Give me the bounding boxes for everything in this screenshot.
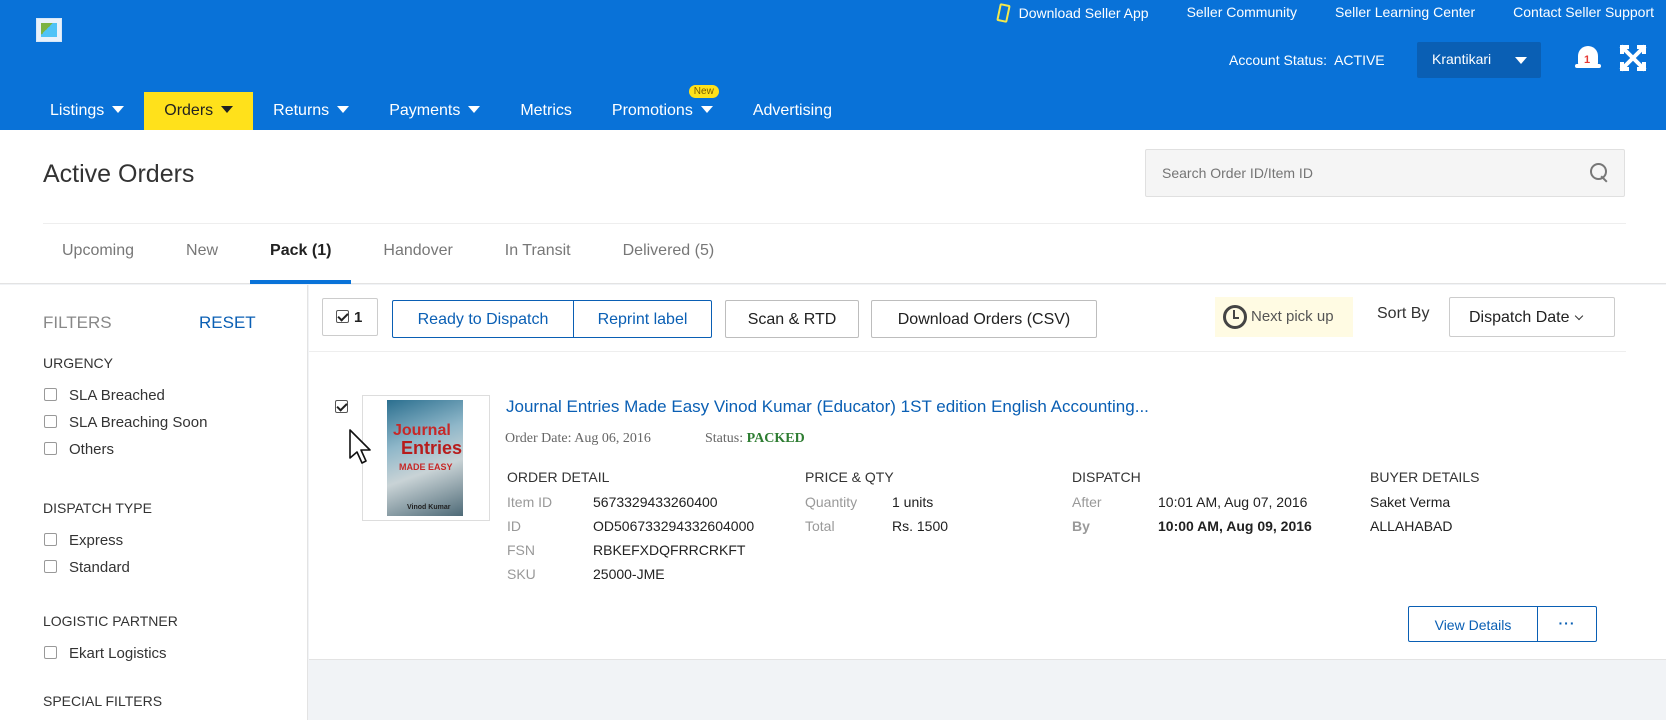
reset-filters-link[interactable]: RESET — [199, 313, 256, 333]
scan-rtd-button[interactable]: Scan & RTD — [725, 300, 859, 338]
order-detail-heading: ORDER DETAIL — [507, 469, 610, 485]
download-orders-button[interactable]: Download Orders (CSV) — [871, 300, 1097, 338]
checkbox[interactable] — [44, 442, 57, 455]
filters-title: FILTERS — [43, 313, 112, 332]
nav-returns[interactable]: Returns — [253, 92, 369, 130]
filter-standard[interactable]: Standard — [44, 559, 130, 576]
top-links: Download Seller App Seller Community Sel… — [995, 3, 1654, 23]
sku: 25000-JME — [593, 566, 665, 582]
ready-to-dispatch-button[interactable]: Ready to Dispatch — [392, 300, 574, 338]
filter-group-heading: DISPATCH TYPE — [43, 500, 152, 516]
fullscreen-icon[interactable] — [1620, 45, 1646, 71]
orders-panel: 1 Ready to Dispatch Reprint label Scan &… — [309, 285, 1666, 660]
top-header: Download Seller App Seller Community Sel… — [0, 0, 1666, 130]
tab-delivered[interactable]: Delivered (5) — [603, 224, 735, 284]
nav-metrics[interactable]: Metrics — [500, 92, 592, 130]
selected-count: 1 — [354, 309, 363, 326]
new-badge: New — [688, 85, 719, 98]
filter-group-heading: URGENCY — [43, 355, 114, 371]
seller-logo-icon[interactable] — [36, 18, 62, 42]
dispatch-heading: DISPATCH — [1072, 469, 1141, 485]
checkbox[interactable] — [44, 533, 57, 546]
page-title: Active Orders — [43, 160, 195, 188]
product-image[interactable]: Journal Entries MADE EASY Vinod Kumar — [362, 395, 490, 521]
item-id: 5673329433260400 — [593, 494, 718, 510]
phone-icon — [995, 3, 1011, 23]
notification-count: 1 — [1584, 54, 1591, 66]
search-icon[interactable] — [1590, 163, 1610, 183]
chevron-down-icon — [337, 106, 350, 113]
buyer-city: ALLAHABAD — [1370, 518, 1453, 534]
dispatch-by: 10:00 AM, Aug 09, 2016 — [1158, 518, 1312, 534]
filters-sidebar: FILTERS RESET URGENCY SLA Breached SLA B… — [0, 285, 308, 720]
sort-by-select[interactable]: Dispatch Date — [1449, 297, 1615, 337]
chevron-down-icon — [700, 106, 713, 113]
next-pickup[interactable]: Next pick up — [1215, 297, 1353, 337]
checkbox[interactable] — [44, 415, 57, 428]
sort-by-label: Sort By — [1377, 305, 1430, 322]
dispatch-after: 10:01 AM, Aug 07, 2016 — [1158, 494, 1308, 510]
clock-icon — [1223, 305, 1247, 329]
account-status-value: ACTIVE — [1334, 52, 1385, 68]
checkbox-checked[interactable] — [336, 310, 349, 323]
tab-in-transit[interactable]: In Transit — [485, 224, 591, 284]
tab-upcoming[interactable]: Upcoming — [42, 224, 154, 284]
seller-learning-center-link[interactable]: Seller Learning Center — [1335, 4, 1475, 22]
product-title-link[interactable]: Journal Entries Made Easy Vinod Kumar (E… — [506, 397, 1149, 417]
order-status: Status: PACKED — [705, 431, 805, 446]
buyer-name: Saket Verma — [1370, 494, 1451, 510]
order-date: Order Date: Aug 06, 2016 — [505, 431, 651, 446]
tab-pack[interactable]: Pack (1) — [250, 224, 352, 284]
order-checkbox[interactable] — [335, 399, 353, 417]
nav-promotions[interactable]: Promotions New — [592, 85, 733, 130]
price-qty-heading: PRICE & QTY — [805, 469, 894, 485]
page-header: Active Orders Upcoming New Pack (1) Hand… — [0, 130, 1666, 284]
quantity: 1 units — [892, 494, 934, 510]
nav-payments[interactable]: Payments — [369, 92, 500, 130]
search-input[interactable] — [1146, 150, 1586, 196]
filter-group-heading: SPECIAL FILTERS — [43, 693, 163, 709]
filter-group-heading: LOGISTIC PARTNER — [43, 613, 178, 629]
nav-listings[interactable]: Listings — [30, 92, 144, 130]
order-search — [1145, 149, 1625, 197]
checkbox-checked[interactable] — [335, 400, 348, 413]
chevron-down-icon — [221, 106, 234, 113]
nav-advertising[interactable]: Advertising — [733, 92, 852, 130]
select-all-checkbox[interactable]: 1 — [322, 298, 378, 336]
filter-ekart-logistics[interactable]: Ekart Logistics — [44, 645, 167, 662]
download-seller-app-link[interactable]: Download Seller App — [995, 3, 1149, 23]
more-options-button[interactable]: ··· — [1537, 606, 1597, 642]
user-menu-button[interactable]: Krantikari — [1417, 42, 1541, 78]
checkbox[interactable] — [44, 388, 57, 401]
order-id: OD506733294332604000 — [593, 518, 755, 534]
fsn: RBKEFXDQFRRCRKFT — [593, 542, 746, 558]
account-status-label: Account Status: — [1229, 52, 1328, 68]
checkbox[interactable] — [44, 646, 57, 659]
seller-community-link[interactable]: Seller Community — [1187, 4, 1297, 22]
buyer-details-heading: BUYER DETAILS — [1370, 469, 1480, 485]
filter-express[interactable]: Express — [44, 532, 123, 549]
chevron-down-icon — [112, 106, 125, 113]
main-nav: Listings Orders Returns Payments Metrics… — [30, 85, 852, 130]
status-badge: PACKED — [746, 431, 805, 446]
tab-new[interactable]: New — [166, 224, 238, 284]
checkbox[interactable] — [44, 560, 57, 573]
user-name: Krantikari — [1432, 51, 1492, 67]
filter-others[interactable]: Others — [44, 441, 114, 458]
chevron-down-icon — [468, 106, 481, 113]
account-status: Account Status: ACTIVE — [1229, 52, 1385, 68]
filter-sla-breaching-soon[interactable]: SLA Breaching Soon — [44, 414, 207, 431]
reprint-label-button[interactable]: Reprint label — [573, 300, 712, 338]
contact-seller-support-link[interactable]: Contact Seller Support — [1513, 4, 1654, 22]
view-details-button[interactable]: View Details — [1408, 606, 1538, 642]
chevron-down-icon — [1515, 57, 1527, 64]
order-tabs: Upcoming New Pack (1) Handover In Transi… — [42, 224, 746, 284]
bell-icon[interactable]: 1 — [1575, 44, 1601, 72]
tab-handover[interactable]: Handover — [363, 224, 472, 284]
total: Rs. 1500 — [892, 518, 949, 534]
nav-orders[interactable]: Orders — [144, 92, 254, 130]
mouse-cursor-icon — [349, 429, 371, 464]
filter-sla-breached[interactable]: SLA Breached — [44, 387, 165, 404]
chevron-down-icon — [1574, 311, 1583, 321]
